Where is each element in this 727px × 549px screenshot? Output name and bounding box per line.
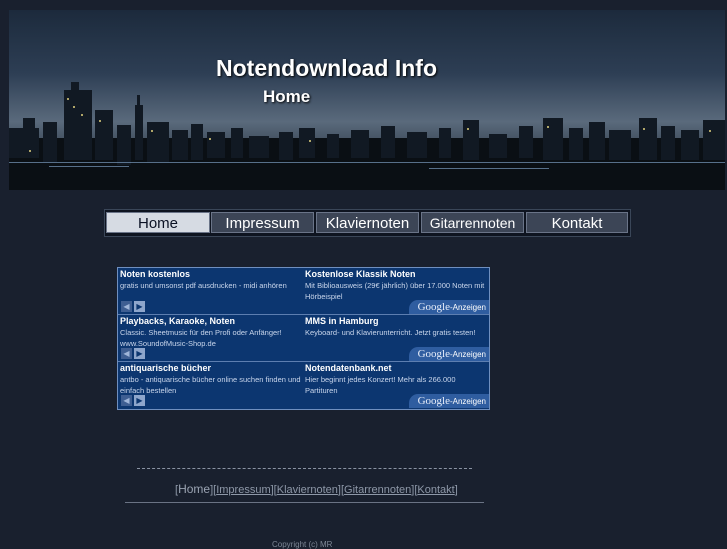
nav-klaviernoten-button[interactable]: Klaviernoten: [316, 212, 419, 233]
ad-item[interactable]: Playbacks, Karaoke, Noten Classic. Sheet…: [120, 315, 303, 349]
ad-item[interactable]: antiquarische bücher antbo - antiquarisc…: [120, 362, 303, 396]
ad-text: Classic. Sheetmusic für den Profi oder A…: [120, 328, 282, 348]
ad-text: gratis und umsonst pdf ausdrucken - midi…: [120, 281, 287, 290]
nav-home-button[interactable]: Home: [106, 212, 210, 233]
ad-item[interactable]: Noten kostenlos gratis und umsonst pdf a…: [120, 268, 303, 291]
footer-divider: [125, 502, 484, 503]
footer-nav: [Home][Impressum][Klaviernoten][Gitarren…: [175, 482, 458, 496]
site-subtitle: Home: [263, 87, 311, 106]
header-banner: Notendownload Info Home: [9, 10, 725, 190]
google-ads-badge[interactable]: Google-Anzeigen: [409, 300, 489, 314]
ad-arrows: ◀ ▶: [121, 395, 147, 413]
nav-impressum-button[interactable]: Impressum: [211, 212, 314, 233]
prev-arrow-icon[interactable]: ◀: [121, 348, 132, 359]
next-arrow-icon[interactable]: ▶: [134, 395, 145, 406]
ad-row: Playbacks, Karaoke, Noten Classic. Sheet…: [118, 315, 489, 362]
prev-arrow-icon[interactable]: ◀: [121, 395, 132, 406]
footer-link-klaviernoten[interactable]: Klaviernoten: [277, 484, 338, 496]
footer-dashed-divider: [137, 468, 472, 469]
ad-title[interactable]: Kostenlose Klassik Noten: [305, 268, 488, 280]
site-title: Notendownload Info: [216, 55, 438, 81]
city-skyline-image: [9, 82, 725, 190]
google-logo: Google: [417, 348, 450, 360]
ad-item[interactable]: Kostenlose Klassik Noten Mit Biblioauswe…: [305, 268, 488, 302]
google-ads-badge[interactable]: Google-Anzeigen: [409, 394, 489, 408]
google-logo: Google: [417, 301, 450, 313]
footer-nav-home: Home: [178, 482, 211, 496]
ads-label: -Anzeigen: [449, 350, 486, 359]
ad-item[interactable]: MMS in Hamburg Keyboard- und Klavierunte…: [305, 315, 488, 338]
footer-link-gitarrennoten[interactable]: Gitarrennoten: [344, 484, 411, 496]
ad-title[interactable]: Notendatenbank.net: [305, 362, 488, 374]
next-arrow-icon[interactable]: ▶: [134, 301, 145, 312]
ad-text: Hier beginnt jedes Konzert! Mehr als 266…: [305, 375, 456, 395]
footer-link-kontakt[interactable]: Kontakt: [417, 484, 454, 496]
google-ads-badge[interactable]: Google-Anzeigen: [409, 347, 489, 361]
next-arrow-icon[interactable]: ▶: [134, 348, 145, 359]
ad-block: Noten kostenlos gratis und umsonst pdf a…: [117, 267, 490, 410]
ad-title[interactable]: Playbacks, Karaoke, Noten: [120, 315, 303, 327]
nav-gitarrennoten-button[interactable]: Gitarrennoten: [421, 212, 524, 233]
ads-label: -Anzeigen: [449, 303, 486, 312]
main-nav: Home Impressum Klaviernoten Gitarrennote…: [104, 209, 631, 237]
ad-title[interactable]: Noten kostenlos: [120, 268, 303, 280]
ad-text: Mit Biblioausweis (29€ jährlich) über 17…: [305, 281, 485, 301]
ad-text: antbo - antiquarische bücher online such…: [120, 375, 301, 395]
ad-row: antiquarische bücher antbo - antiquarisc…: [118, 362, 489, 409]
ad-title[interactable]: antiquarische bücher: [120, 362, 303, 374]
prev-arrow-icon[interactable]: ◀: [121, 301, 132, 312]
ad-item[interactable]: Notendatenbank.net Hier beginnt jedes Ko…: [305, 362, 488, 396]
ad-row: Noten kostenlos gratis und umsonst pdf a…: [118, 268, 489, 315]
ads-label: -Anzeigen: [449, 397, 486, 406]
nav-kontakt-button[interactable]: Kontakt: [526, 212, 628, 233]
ad-title[interactable]: MMS in Hamburg: [305, 315, 488, 327]
footer-link-impressum[interactable]: Impressum: [216, 484, 270, 496]
ad-text: Keyboard- und Klavierunterricht. Jetzt g…: [305, 328, 476, 337]
google-logo: Google: [417, 395, 450, 407]
